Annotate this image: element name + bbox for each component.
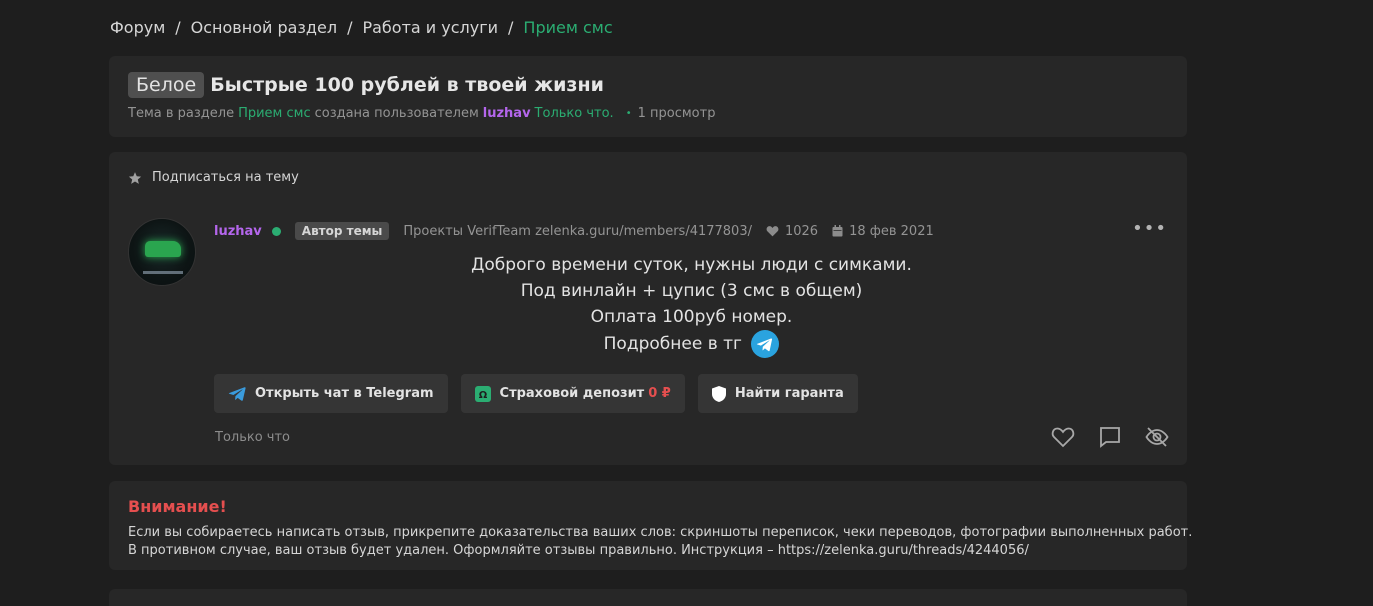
deposit-label: Страховой депозит <box>499 386 645 401</box>
breadcrumb-separator: / <box>508 18 514 37</box>
meta-time[interactable]: Только что. <box>535 106 614 121</box>
meta-prefix: Тема в разделе <box>128 106 235 121</box>
content-line-4-wrap: Подробнее в тг <box>214 330 1169 358</box>
warning-title: Внимание! <box>128 497 227 516</box>
thread-title: Быстрые 100 рублей в твоей жизни <box>210 74 604 96</box>
content-line-2: Под винлайн + цупис (3 смс в общем) <box>520 281 863 301</box>
telegram-plane-icon <box>228 386 246 401</box>
meta-views: 1 просмотр <box>637 106 716 121</box>
thread-prefix[interactable]: Белое <box>128 72 205 98</box>
post-username[interactable]: luzhav <box>214 224 262 239</box>
find-guarantor-button[interactable]: Найти гаранта <box>697 374 858 413</box>
reply-icon[interactable] <box>1099 426 1121 448</box>
hide-eye-icon[interactable] <box>1145 426 1169 448</box>
breadcrumb-work-services[interactable]: Работа и услуги <box>362 18 498 37</box>
post-actions: Открыть чат в Telegram Ω Страховой депоз… <box>214 374 858 413</box>
date-text: 18 фев 2021 <box>849 223 934 239</box>
online-indicator <box>271 226 281 236</box>
open-telegram-button[interactable]: Открыть чат в Telegram <box>214 374 448 413</box>
thread-meta: Тема в разделе Прием смс создана пользов… <box>128 106 715 121</box>
deposit-icon: Ω <box>474 385 491 402</box>
avatar[interactable] <box>128 218 196 286</box>
find-guarantor-label: Найти гаранта <box>734 386 844 401</box>
content-line-1: Доброго времени суток, нужны люди с симк… <box>471 255 912 275</box>
meta-dot: • <box>625 108 632 119</box>
content-line-3: Оплата 100руб номер. <box>590 307 793 327</box>
more-options-icon[interactable]: ••• <box>1132 218 1167 239</box>
breadcrumb: Форум / Основной раздел / Работа и услуг… <box>110 18 613 37</box>
subscribe-button[interactable]: Подписаться на тему <box>128 170 299 185</box>
subscribe-label: Подписаться на тему <box>152 170 299 185</box>
post: Подписаться на тему luzhav Автор темы Пр… <box>109 152 1187 465</box>
user-projects: Проекты VerifTeam zelenka.guru/members/4… <box>403 223 752 239</box>
shield-icon <box>711 385 726 402</box>
warning-line-2: В противном случае, ваш отзыв будет удал… <box>128 543 1029 558</box>
likes-count: 1026 <box>784 223 819 239</box>
breadcrumb-sms[interactable]: Прием смс <box>523 18 612 37</box>
like-icon[interactable] <box>1051 426 1075 448</box>
post-time[interactable]: Только что <box>215 430 290 445</box>
telegram-icon[interactable] <box>751 330 780 358</box>
thread-header: Белое Быстрые 100 рублей в твоей жизни Т… <box>109 56 1187 137</box>
meta-section-link[interactable]: Прием смс <box>238 106 311 121</box>
meta-created-by: создана пользователем <box>314 106 479 121</box>
post-header: luzhav Автор темы Проекты VerifTeam zele… <box>214 222 934 240</box>
content-line-4: Подробнее в тг <box>603 334 742 354</box>
warning-line-1: Если вы собираетесь написать отзыв, прик… <box>128 525 1193 540</box>
reply-area <box>109 589 1187 606</box>
insurance-deposit-button[interactable]: Ω Страховой депозит 0 ₽ <box>460 374 685 413</box>
breadcrumb-main-section[interactable]: Основной раздел <box>191 18 337 37</box>
calendar-icon <box>832 225 843 237</box>
avatar-caption-graphic <box>143 271 183 274</box>
warning-notice: Внимание! Если вы собираетесь написать о… <box>109 481 1192 570</box>
meta-author-link[interactable]: luzhav <box>483 106 531 121</box>
deposit-amount: 0 ₽ <box>648 386 671 401</box>
avatar-car-graphic <box>145 241 181 257</box>
star-icon <box>128 171 142 184</box>
warning-text: Если вы собираетесь написать отзыв, прик… <box>128 524 1192 560</box>
breadcrumb-separator: / <box>347 18 353 37</box>
svg-text:Ω: Ω <box>478 390 487 401</box>
heart-icon <box>766 226 779 237</box>
author-badge: Автор темы <box>294 222 390 240</box>
breadcrumb-forum[interactable]: Форум <box>110 18 165 37</box>
breadcrumb-separator: / <box>175 18 181 37</box>
post-content: Доброго времени суток, нужны люди с симк… <box>214 252 1169 358</box>
post-reactions <box>1051 426 1169 448</box>
user-likes: 1026 <box>766 224 818 239</box>
registration-date: 18 фев 2021 <box>832 224 934 239</box>
open-telegram-label: Открыть чат в Telegram <box>255 386 434 401</box>
